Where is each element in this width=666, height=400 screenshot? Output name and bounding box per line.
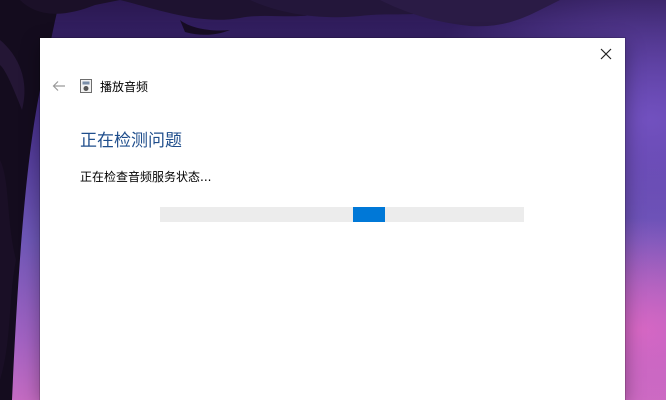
- close-icon: [600, 48, 612, 60]
- title-bar: 播放音频: [48, 76, 148, 96]
- progress-bar: [160, 207, 524, 222]
- close-button[interactable]: [587, 38, 625, 70]
- status-text: 正在检查音频服务状态...: [80, 170, 212, 184]
- audio-troubleshooter-icon: [78, 78, 94, 94]
- back-button[interactable]: [48, 76, 70, 96]
- progress-indicator: [353, 207, 385, 222]
- troubleshooter-window: 播放音频 正在检测问题 正在检查音频服务状态...: [40, 38, 625, 400]
- back-arrow-icon: [52, 81, 65, 91]
- page-heading: 正在检测问题: [80, 131, 182, 151]
- window-title: 播放音频: [100, 79, 149, 94]
